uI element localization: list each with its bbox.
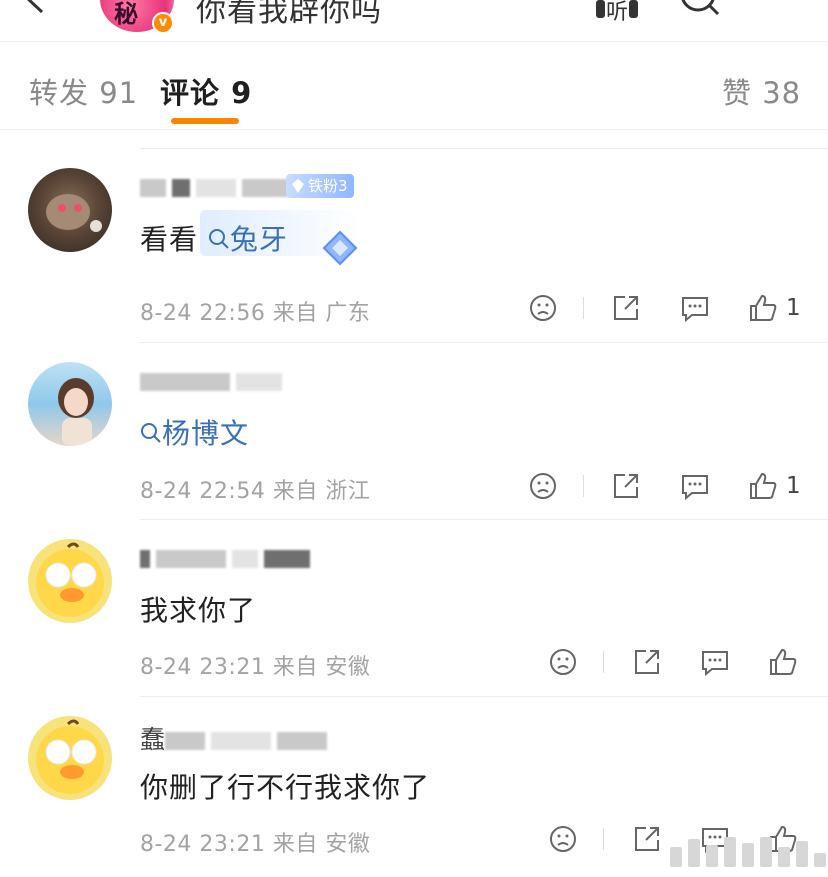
username-redacted[interactable]: 蠢 [140,720,333,756]
topic-link[interactable]: 兔牙 [208,223,288,256]
verified-badge-icon: v [152,12,174,34]
topic-link-text: 杨博文 [162,417,250,450]
sparkle-diamond-icon [322,230,358,266]
comment-time: 8-24 23:21 [140,832,266,857]
dislike-face-icon[interactable] [548,824,578,854]
like-icon[interactable] [768,647,798,677]
like-count: 1 [786,473,801,499]
author-avatar-text: 秘 [114,0,138,28]
tab-comments[interactable]: 评论 9 [160,70,252,112]
dislike-face-icon[interactable] [528,471,558,501]
share-icon[interactable] [611,293,641,323]
active-tab-indicator [171,118,239,124]
username-visible-part: 蠢 [140,725,166,754]
top-actions: 听 [594,0,808,25]
diamond-icon [292,179,304,193]
duck-avatar-image [36,719,104,794]
username-redacted[interactable] [140,172,294,201]
comment-divider [140,696,828,697]
search-icon [141,423,161,443]
action-separator [583,475,584,497]
comment-location: 来自 安徽 [272,832,371,857]
topic-link[interactable]: 杨博文 [140,417,249,450]
username-redacted[interactable] [140,366,288,395]
comment-divider [140,148,828,149]
watermark-overlay [596,832,826,872]
reply-comment-icon[interactable] [700,647,730,677]
topic-link-text: 兔牙 [229,223,288,256]
search-icon [208,229,229,249]
comment-divider [140,519,828,520]
action-separator [583,297,584,319]
like-count: 1 [786,295,801,321]
search-icon [681,0,720,16]
comment-meta: 8-24 22:54 来自 浙江 [140,473,370,505]
share-icon[interactable] [611,471,641,501]
search-button[interactable] [678,0,724,22]
like-icon[interactable] [748,471,778,501]
avatar[interactable] [28,168,112,252]
listen-button[interactable]: 听 [594,0,640,25]
comment-time: 8-24 22:54 [140,479,266,504]
fan-badge-label: 铁粉3 [308,177,348,195]
comment-time: 8-24 22:56 [140,301,266,326]
comment-location: 来自 广东 [272,301,371,326]
watermark-bars [670,837,826,867]
comment-divider [140,342,828,343]
duck-avatar-image [36,542,104,617]
comment-location: 来自 安徽 [272,655,371,680]
avatar[interactable] [28,362,112,446]
listen-label: 听 [606,0,629,25]
girl-avatar-image [58,378,94,446]
reply-comment-icon[interactable] [680,471,710,501]
comment-text: 我求你了 [140,594,257,627]
like-icon[interactable] [748,293,778,323]
tab-reposts[interactable]: 转发 91 [29,70,138,112]
comment-text: 杨博文 [140,412,249,452]
fan-badge: 铁粉3 [286,174,354,198]
action-separator [603,651,604,673]
cat-avatar-image [46,194,102,232]
comment-text: 你删了行不行我求你了 [140,771,431,804]
tab-likes[interactable]: 赞 38 [722,70,801,112]
tab-bar: 转发 91 评论 9 赞 38 [0,42,828,130]
comment-text: 看看 兔牙 [140,218,288,258]
top-bar: 秘 v 你看我辟你吗 听 [0,0,828,42]
post-title: 你看我辟你吗 [196,0,382,29]
comment-text-prefix: 看看 [140,223,199,256]
avatar[interactable] [28,539,112,623]
share-icon[interactable] [632,647,662,677]
dislike-face-icon[interactable] [548,647,578,677]
comment-meta: 8-24 22:56 来自 广东 [140,295,370,327]
reply-comment-icon[interactable] [680,293,710,323]
username-redacted[interactable] [140,543,316,572]
dislike-face-icon[interactable] [528,293,558,323]
back-arrow-icon[interactable] [18,0,52,14]
more-dots-icon [762,0,808,22]
comment-meta: 8-24 23:21 来自 安徽 [140,826,370,858]
comment-meta: 8-24 23:21 来自 安徽 [140,649,370,681]
comment-location: 来自 浙江 [272,479,371,504]
comment-time: 8-24 23:21 [140,655,266,680]
avatar[interactable] [28,716,112,800]
more-button[interactable] [762,0,808,22]
